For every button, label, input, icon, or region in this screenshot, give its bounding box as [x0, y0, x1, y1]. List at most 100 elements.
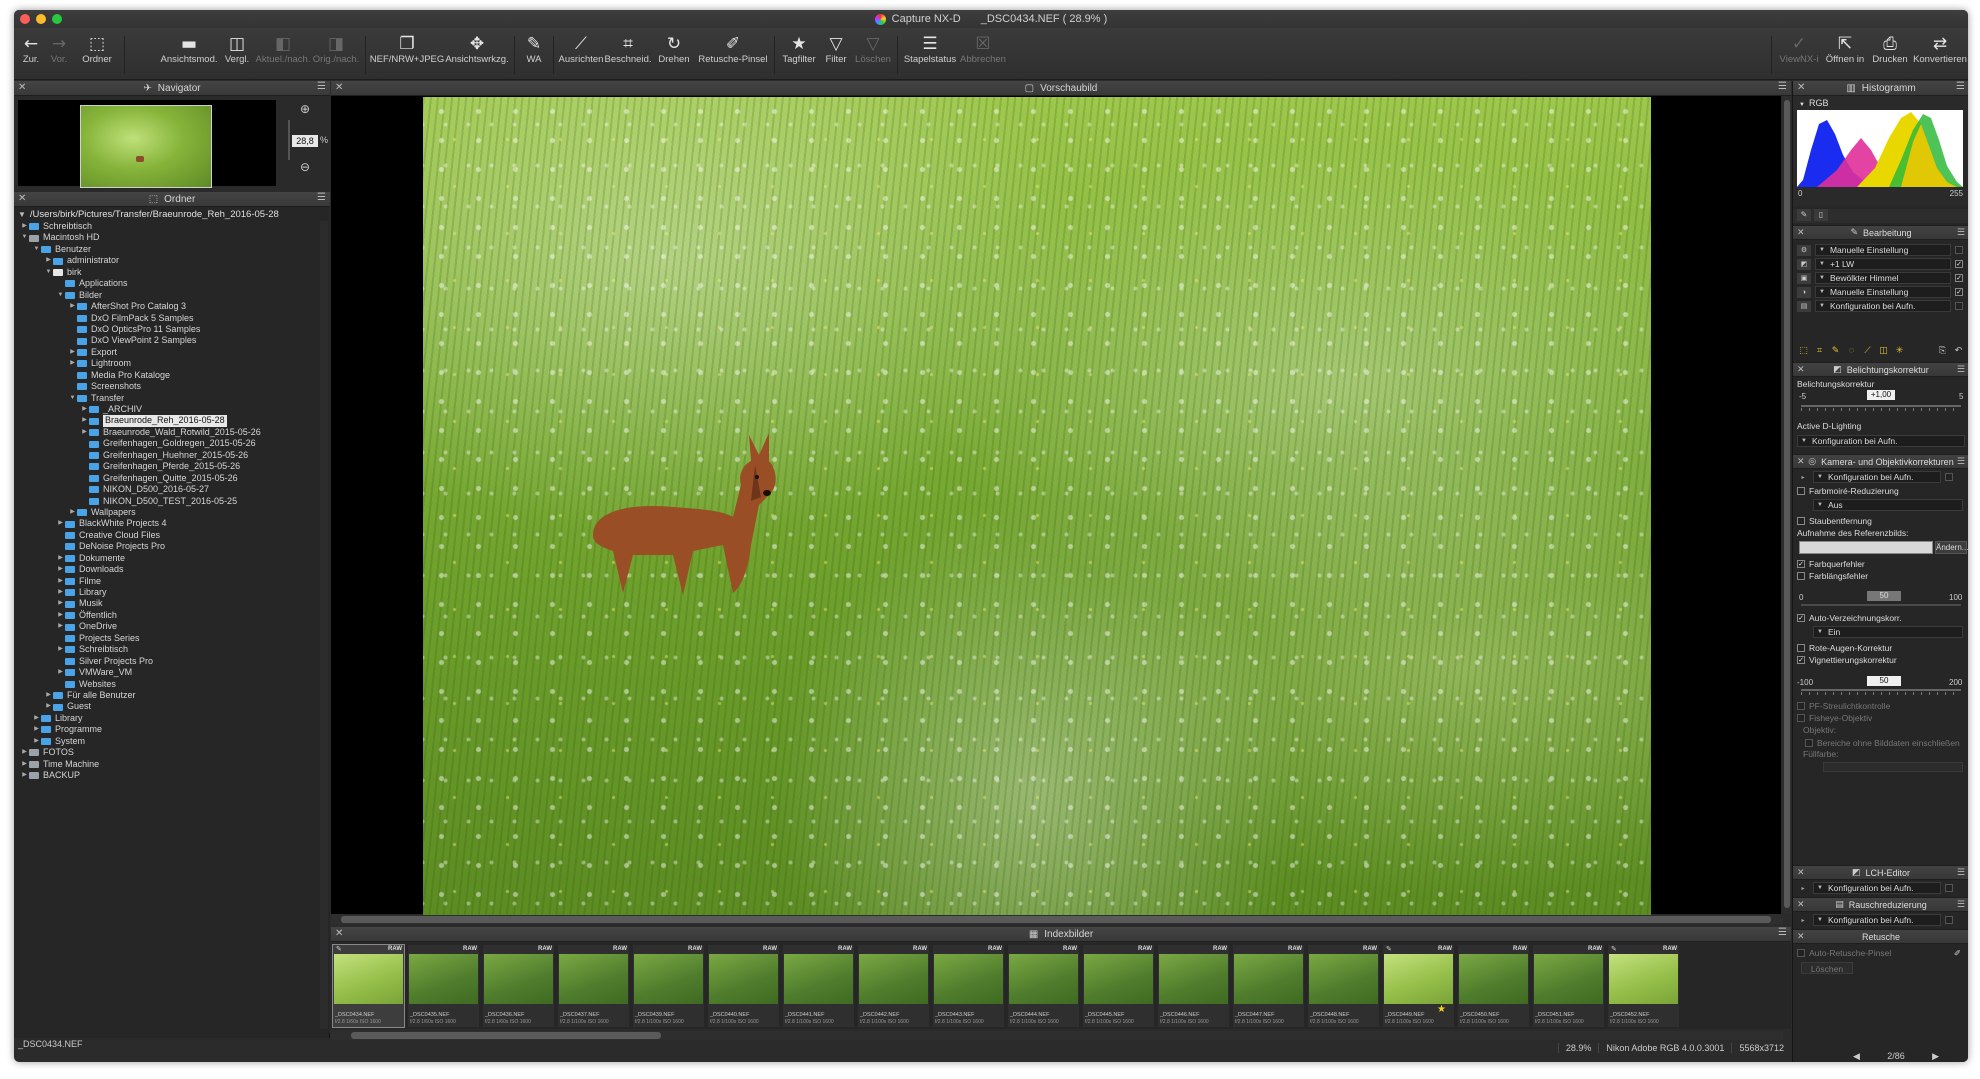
prev-image-icon[interactable]: ◀	[1853, 1051, 1860, 1062]
folder-tree-item[interactable]: ▶ Wallpapers	[14, 507, 314, 518]
bearbeitung-dropdown[interactable]: ▼ Manuelle Einstellung	[1815, 244, 1951, 256]
disclosure-triangle-icon[interactable]: ▶	[44, 255, 53, 266]
folder-menu-icon[interactable]: ☰	[317, 192, 326, 203]
pf-checkbox[interactable]	[1797, 702, 1805, 710]
folder-tree-item[interactable]: ▶ BlackWhite Projects 4	[14, 518, 314, 529]
folder-tree-item[interactable]: ▶ Schreibtisch	[14, 221, 314, 232]
image-viewer[interactable]	[331, 96, 1781, 915]
view-mode-button[interactable]: ▬ Ansichtsmod.	[159, 28, 219, 80]
disclosure-triangle-icon[interactable]: ▶	[56, 621, 65, 632]
close-navigator-icon[interactable]: ✕	[18, 82, 26, 93]
rausch-menu-icon[interactable]: ☰	[1957, 899, 1965, 910]
folder-tree-item[interactable]: ▶ VMWare_VM	[14, 667, 314, 678]
bearbeitung-dropdown[interactable]: ▼ Manuelle Einstellung	[1815, 286, 1951, 298]
expand-icon[interactable]: ▸	[1793, 917, 1813, 924]
belichtung-menu-icon[interactable]: ☰	[1957, 364, 1965, 375]
folder-tree-item[interactable]: Greifenhagen_Huehner_2015-05-26	[14, 450, 314, 461]
brush-icon[interactable]: ✐	[1954, 948, 1961, 959]
disclosure-triangle-icon[interactable]: ▶	[56, 598, 65, 609]
disclosure-triangle-icon[interactable]: ▶	[56, 553, 65, 564]
rotate-button[interactable]: ↻ Drehen	[652, 28, 696, 80]
preview-image[interactable]	[423, 97, 1651, 915]
zoom-in-icon[interactable]: ⊕	[300, 102, 310, 116]
adjust-crop-icon[interactable]: ⌗	[1813, 345, 1826, 359]
folder-tree-item[interactable]: ▶ Time Machine	[14, 759, 314, 770]
filmstrip-scrollbar[interactable]	[331, 1031, 1783, 1040]
folder-tree-item[interactable]: ▶ Programme	[14, 724, 314, 735]
rote-augen-checkbox[interactable]	[1797, 644, 1805, 652]
zoom-out-icon[interactable]: ⊖	[300, 160, 310, 174]
close-bearbeitung-icon[interactable]: ✕	[1797, 227, 1805, 238]
filmstrip-thumbnail[interactable]: RAW _DSC0450.NEF f/2.8 1/100s ISO 1600	[1458, 945, 1529, 1027]
minimize-window-button[interactable]	[36, 14, 46, 24]
kamera-menu-icon[interactable]: ☰	[1957, 456, 1965, 467]
folder-tree-item[interactable]: ▶ AfterShot Pro Catalog 3	[14, 301, 314, 312]
filmstrip-thumbnail[interactable]: RAW _DSC0451.NEF f/2.8 1/100s ISO 1600	[1533, 945, 1604, 1027]
bereiche-checkbox[interactable]	[1805, 739, 1813, 747]
close-kamera-icon[interactable]: ✕	[1797, 456, 1805, 467]
preview-horizontal-scrollbar[interactable]	[331, 915, 1783, 924]
folder-tree-item[interactable]: ▶ Musik	[14, 598, 314, 609]
disclosure-triangle-icon[interactable]: ▶	[44, 690, 53, 701]
folder-tree-item[interactable]: ▶ BACKUP	[14, 770, 314, 781]
folder-tree-item[interactable]: Greifenhagen_Goldregen_2015-05-26	[14, 438, 314, 449]
copy-settings-icon[interactable]: ⎘	[1936, 345, 1949, 359]
adjust-brush-icon[interactable]: ✎	[1829, 345, 1842, 359]
farblaengs-value-field[interactable]: 50	[1867, 591, 1901, 601]
filmstrip-thumbnail[interactable]: RAW _DSC0443.NEF f/2.8 1/100s ISO 1600	[933, 945, 1004, 1027]
disclosure-triangle-icon[interactable]: ▶	[56, 644, 65, 655]
print-button[interactable]: ⎙ Drucken	[1868, 28, 1912, 80]
disclosure-triangle-icon[interactable]: ▶	[56, 518, 65, 529]
filmstrip-thumbnail[interactable]: RAW _DSC0446.NEF f/2.8 1/100s ISO 1600	[1158, 945, 1229, 1027]
verzeichnung-dropdown[interactable]: ▼ Ein	[1813, 626, 1963, 638]
view-tools-button[interactable]: ✥ Ansichtswrkzg.	[444, 28, 510, 80]
batch-status-button[interactable]: ☰ Stapelstatus	[902, 28, 958, 80]
path-dropdown-icon[interactable]: ▼	[18, 210, 26, 219]
folder-tree-item[interactable]: ▼ Macintosh HD	[14, 232, 314, 243]
filmstrip-scroll-thumb[interactable]	[351, 1032, 661, 1039]
filmstrip-thumbnail[interactable]: ✎ RAW ★ _DSC0449.NEF f/2.8 1/100s ISO 1600	[1383, 945, 1454, 1027]
lch-enable-checkbox[interactable]	[1945, 884, 1953, 892]
bearbeitung-checkbox[interactable]: ✓	[1955, 260, 1963, 268]
folder-tree-item[interactable]: ▼ Bilder	[14, 290, 314, 301]
vignette-checkbox[interactable]: ✓	[1797, 656, 1805, 664]
gear-icon[interactable]: ⚙	[1797, 244, 1811, 256]
folder-tree-item[interactable]: ▶ Braeunrode_Wald_Rotwild_2015-05-26	[14, 427, 314, 438]
crop-button[interactable]: ⌗ Beschneid.	[604, 28, 652, 80]
white-balance-button[interactable]: ✎ WA	[519, 28, 549, 80]
filmstrip-thumbnail[interactable]: RAW _DSC0436.NEF f/2.8 1/60s ISO 1600	[483, 945, 554, 1027]
camera-settings-icon[interactable]: ▤	[1797, 300, 1811, 312]
disclosure-triangle-icon[interactable]: ▶	[80, 415, 89, 426]
auto-retusche-checkbox[interactable]	[1797, 949, 1805, 957]
folder-tree-item[interactable]: DeNoise Projects Pro	[14, 541, 314, 552]
close-histogram-icon[interactable]: ✕	[1797, 82, 1805, 93]
histogram-channel-select[interactable]: ▼ RGB	[1799, 98, 1828, 108]
undo-icon[interactable]: ↶	[1952, 345, 1965, 359]
expand-icon[interactable]: ▸	[1793, 885, 1813, 892]
folder-tree-item[interactable]: Screenshots	[14, 381, 314, 392]
folder-tree-item[interactable]: ▶ Lightroom	[14, 358, 314, 369]
farbmoire-checkbox[interactable]	[1797, 487, 1805, 495]
disclosure-triangle-icon[interactable]: ▶	[20, 747, 29, 758]
before-after-button[interactable]: ◧ Aktuel./nach.	[255, 28, 311, 80]
adjust-select-icon[interactable]: ◫	[1877, 345, 1890, 359]
folder-tree-item[interactable]: ▶ System	[14, 736, 314, 747]
farblaengs-slider[interactable]	[1801, 604, 1961, 606]
fuellfarbe-swatch[interactable]	[1823, 762, 1963, 772]
filmstrip-thumbnail[interactable]: RAW _DSC0447.NEF f/2.8 1/100s ISO 1600	[1233, 945, 1304, 1027]
folder-tree-item[interactable]: ▶ FOTOS	[14, 747, 314, 758]
fisheye-checkbox[interactable]	[1797, 714, 1805, 722]
filmstrip-thumbnail-selected[interactable]: ✎ RAW _DSC0434.NEF f/2.8 1/60s ISO 1600	[332, 944, 405, 1028]
disclosure-triangle-icon[interactable]: ▶	[56, 587, 65, 598]
nef-jpeg-button[interactable]: ❐ NEF/NRW+JPEG	[370, 28, 445, 80]
adjust-curve-icon[interactable]: ⟋	[1861, 345, 1874, 359]
close-retusche-icon[interactable]: ✕	[1797, 931, 1805, 942]
disclosure-triangle-icon[interactable]: ▶	[68, 301, 77, 312]
kamera-config-dropdown[interactable]: ▼ Konfiguration bei Aufn.	[1813, 471, 1941, 483]
folder-tree-item[interactable]: Creative Cloud Files	[14, 530, 314, 541]
lch-dropdown[interactable]: ▼ Konfiguration bei Aufn.	[1813, 882, 1941, 894]
folder-tree-item[interactable]: ▶ Export	[14, 347, 314, 358]
folder-tree-item[interactable]: DxO ViewPoint 2 Samples	[14, 335, 314, 346]
folder-tree-item[interactable]: ▶ Downloads	[14, 564, 314, 575]
folder-tree-item[interactable]: DxO FilmPack 5 Samples	[14, 313, 314, 324]
